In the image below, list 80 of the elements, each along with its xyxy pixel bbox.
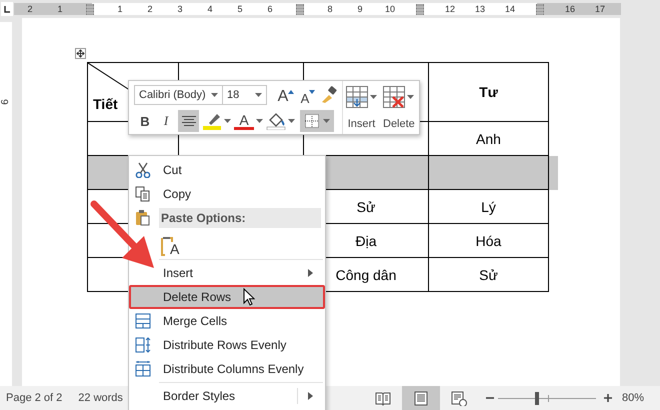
ruler-number: 4 bbox=[207, 3, 212, 15]
ruler-number: 17 bbox=[594, 3, 605, 15]
caret-up-icon bbox=[288, 90, 294, 94]
center-align-icon bbox=[182, 116, 196, 126]
tab-stop-icon[interactable] bbox=[0, 0, 14, 18]
menu-item[interactable]: Distribute Rows Evenly bbox=[129, 333, 325, 357]
caret-icon bbox=[288, 119, 295, 123]
ruler-number: 16 bbox=[564, 3, 575, 15]
table-cell: Sử bbox=[428, 258, 548, 292]
ruler-number: 1 bbox=[57, 3, 62, 15]
scissors-icon bbox=[135, 162, 151, 178]
caret-icon bbox=[370, 95, 377, 99]
format-painter-icon[interactable] bbox=[320, 86, 338, 104]
menu-item[interactable]: Delete Rows bbox=[129, 285, 325, 309]
caret-icon bbox=[322, 119, 330, 123]
font-color-button[interactable]: A bbox=[234, 112, 254, 130]
caret-icon bbox=[224, 119, 231, 123]
clipboard-icon bbox=[135, 210, 151, 226]
read-mode-icon bbox=[374, 390, 391, 406]
table-header-text: Tiết bbox=[93, 96, 118, 112]
ruler-number: 1 bbox=[117, 3, 122, 15]
ruler-number: 13 bbox=[474, 3, 485, 15]
italic-button[interactable]: I bbox=[157, 110, 175, 132]
caret-icon bbox=[256, 119, 263, 123]
grow-font-button[interactable]: A bbox=[276, 84, 296, 106]
caret-icon bbox=[255, 93, 262, 97]
keep-text-only-button[interactable]: A bbox=[161, 230, 180, 256]
shrink-font-button[interactable]: A bbox=[299, 84, 317, 106]
caret-icon bbox=[407, 95, 414, 99]
print-layout-icon bbox=[412, 390, 429, 406]
paint-bucket-icon[interactable] bbox=[266, 112, 286, 130]
copy-icon bbox=[135, 186, 151, 202]
delete-button[interactable]: Delete bbox=[380, 81, 418, 134]
menu-item[interactable]: Border Styles bbox=[129, 384, 325, 408]
ruler-number: 10 bbox=[384, 3, 395, 15]
column-marker-icon[interactable] bbox=[86, 4, 94, 14]
view-button[interactable] bbox=[402, 386, 440, 410]
menu-item[interactable]: Distribute Columns Evenly bbox=[129, 357, 325, 381]
slider-thumb[interactable] bbox=[535, 392, 540, 404]
ruler-number: 5 bbox=[237, 3, 242, 15]
merge-cells-icon bbox=[135, 313, 151, 329]
page-count[interactable]: Page 2 of 2 bbox=[6, 392, 62, 404]
ruler-number: 2 bbox=[27, 3, 32, 15]
highlighter-icon[interactable] bbox=[202, 112, 222, 130]
center-align-button[interactable] bbox=[178, 110, 199, 132]
zoom-out-icon[interactable] bbox=[486, 394, 494, 402]
table-cell: Lý bbox=[428, 190, 548, 224]
bold-button[interactable]: B bbox=[136, 110, 154, 132]
table-cell: Hóa bbox=[428, 224, 548, 258]
ruler-number: 6 bbox=[0, 99, 12, 105]
borders-button[interactable] bbox=[300, 110, 334, 132]
column-marker-icon[interactable] bbox=[416, 4, 424, 14]
font-dropdown[interactable]: Calibri (Body) bbox=[134, 85, 223, 105]
column-marker-icon[interactable] bbox=[296, 4, 304, 14]
ruler-number: 8 bbox=[327, 3, 332, 15]
mouse-pointer-icon bbox=[243, 288, 255, 306]
ruler-number: 14 bbox=[504, 3, 515, 15]
ruler-number: 3 bbox=[177, 3, 182, 15]
table-delete-icon bbox=[383, 86, 406, 108]
caret-icon bbox=[211, 93, 218, 97]
insert-button[interactable]: Insert bbox=[343, 81, 380, 134]
borders-icon bbox=[304, 114, 318, 128]
zoom-in-icon[interactable] bbox=[604, 394, 612, 402]
table-header-cell: Tư bbox=[428, 62, 548, 122]
column-marker-icon[interactable] bbox=[536, 4, 544, 14]
ruler-number: 9 bbox=[357, 3, 362, 15]
font-size-dropdown[interactable]: 18 bbox=[222, 85, 267, 105]
distribute-columns-icon bbox=[135, 361, 151, 377]
menu-section-title: Paste Options: bbox=[159, 208, 321, 228]
word-count[interactable]: 22 words bbox=[78, 392, 123, 404]
table-move-handle-icon[interactable] bbox=[75, 48, 86, 59]
menu-item[interactable]: Merge Cells bbox=[129, 309, 325, 333]
ruler-number: 12 bbox=[444, 3, 455, 15]
distribute-rows-icon bbox=[135, 337, 151, 353]
zoom-level[interactable]: 80% bbox=[622, 392, 644, 404]
web-layout-icon bbox=[450, 390, 467, 406]
table-insert-icon bbox=[346, 86, 368, 108]
caret-down-icon bbox=[309, 90, 316, 94]
ruler-number: 2 bbox=[147, 3, 152, 15]
ruler-number: 6 bbox=[267, 3, 272, 15]
